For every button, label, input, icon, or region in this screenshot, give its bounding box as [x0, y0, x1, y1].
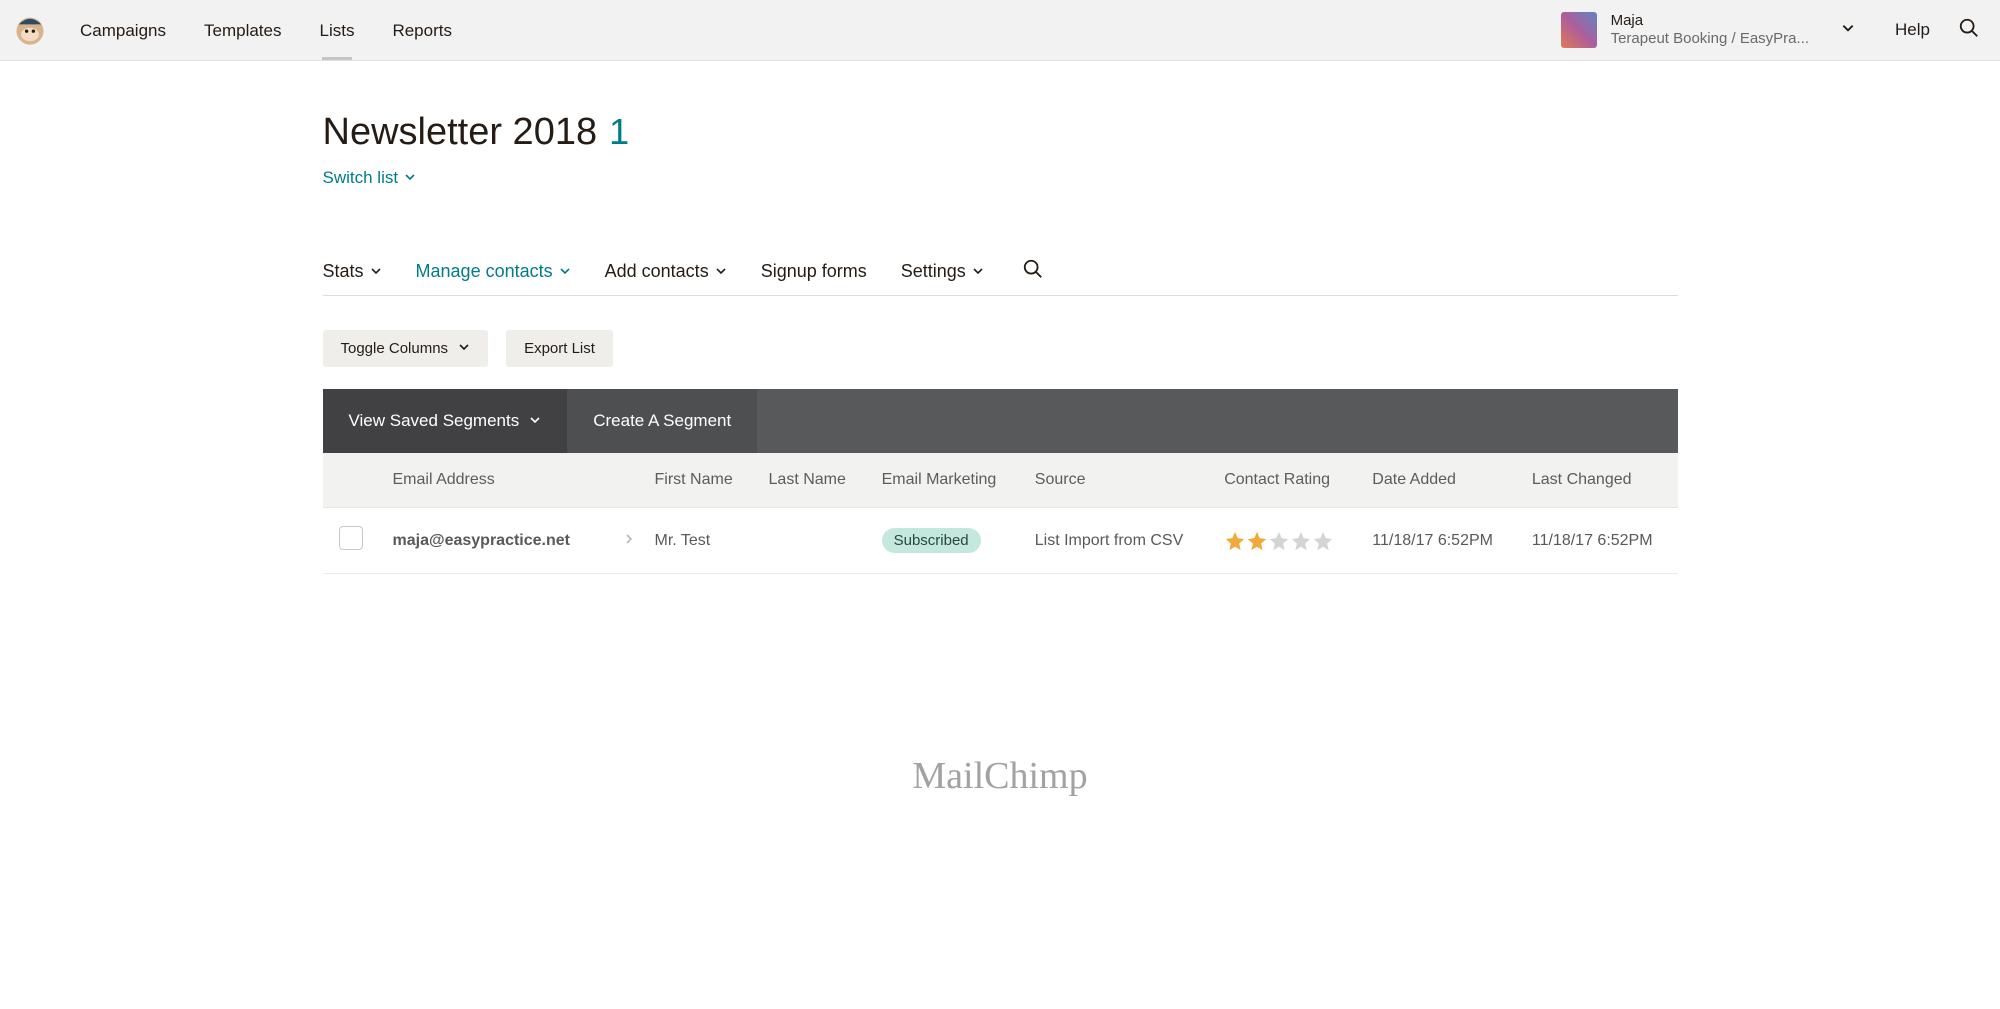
list-subnav: Stats Manage contacts Add contacts Signu… [323, 258, 1678, 296]
col-last-name[interactable]: Last Name [755, 453, 868, 508]
subnav-signup-forms[interactable]: Signup forms [761, 261, 867, 282]
cell-last-name [755, 508, 868, 574]
chevron-down-icon [559, 261, 571, 282]
account-text: Maja Terapeut Booking / EasyPra... [1611, 12, 1809, 48]
table-header: Email Address First Name Last Name Email… [323, 453, 1678, 508]
footer-brand: MailChimp [323, 754, 1678, 798]
view-saved-segments[interactable]: View Saved Segments [323, 389, 568, 453]
col-last-changed[interactable]: Last Changed [1518, 453, 1678, 508]
export-list-button[interactable]: Export List [506, 330, 613, 367]
button-label: Export List [524, 340, 595, 357]
col-source[interactable]: Source [1021, 453, 1210, 508]
table-toolbar: Toggle Columns Export List [323, 330, 1678, 367]
chevron-down-icon [370, 261, 382, 282]
button-label: Toggle Columns [341, 340, 449, 357]
status-badge: Subscribed [882, 528, 981, 553]
account-menu[interactable]: Maja Terapeut Booking / EasyPra... [1561, 12, 1855, 48]
cell-rating [1210, 508, 1358, 574]
segment-label: View Saved Segments [349, 411, 520, 431]
avatar [1561, 12, 1597, 48]
subnav-stats[interactable]: Stats [323, 261, 382, 282]
subnav-manage-contacts[interactable]: Manage contacts [416, 261, 571, 282]
chevron-down-icon [458, 340, 470, 357]
segment-label: Create A Segment [593, 411, 731, 431]
primary-nav: Campaigns Templates Lists Reports [80, 2, 452, 58]
nav-reports[interactable]: Reports [392, 2, 452, 58]
table-body: maja@easypractice.net Mr. Test Subscribe… [323, 508, 1678, 574]
row-checkbox[interactable] [339, 526, 363, 550]
segment-bar: View Saved Segments Create A Segment [323, 389, 1678, 453]
contact-count: 1 [609, 111, 629, 153]
cell-last-changed: 11/18/17 6:52PM [1518, 508, 1678, 574]
col-email[interactable]: Email Address [379, 453, 641, 508]
row-checkbox-cell [323, 508, 379, 574]
toggle-columns-button[interactable]: Toggle Columns [323, 330, 489, 367]
cell-email-marketing: Subscribed [868, 508, 1021, 574]
col-first-name[interactable]: First Name [641, 453, 755, 508]
col-date-added[interactable]: Date Added [1358, 453, 1518, 508]
search-icon[interactable] [1958, 17, 1980, 44]
chevron-down-icon [972, 261, 984, 282]
switch-list-label: Switch list [323, 168, 399, 188]
cell-first-name: Mr. Test [641, 508, 755, 574]
nav-templates[interactable]: Templates [204, 2, 281, 58]
cell-email[interactable]: maja@easypractice.net [379, 508, 641, 574]
search-icon[interactable] [1022, 258, 1044, 285]
chevron-right-icon [623, 532, 635, 550]
account-name: Maja [1611, 12, 1809, 30]
main-content: Newsletter 2018 1 Switch list Stats Mana… [323, 61, 1678, 798]
mailchimp-logo[interactable] [10, 10, 50, 50]
cell-date-added: 11/18/17 6:52PM [1358, 508, 1518, 574]
subnav-settings[interactable]: Settings [901, 261, 984, 282]
page-title-row: Newsletter 2018 1 [323, 111, 1678, 162]
top-bar: Campaigns Templates Lists Reports Maja T… [0, 0, 2000, 61]
chevron-down-icon [529, 411, 541, 431]
cell-source: List Import from CSV [1021, 508, 1210, 574]
chevron-down-icon[interactable] [1841, 21, 1855, 40]
chevron-down-icon [715, 261, 727, 282]
subnav-add-contacts[interactable]: Add contacts [605, 261, 727, 282]
subnav-label: Manage contacts [416, 261, 553, 282]
rating-stars [1224, 530, 1344, 552]
subnav-label: Signup forms [761, 261, 867, 282]
switch-list-link[interactable]: Switch list [323, 168, 417, 188]
nav-lists[interactable]: Lists [319, 2, 354, 58]
page-title: Newsletter 2018 [323, 111, 598, 154]
chevron-down-icon [404, 168, 416, 188]
account-org: Terapeut Booking / EasyPra... [1611, 30, 1809, 48]
create-segment[interactable]: Create A Segment [567, 389, 757, 453]
contacts-table: Email Address First Name Last Name Email… [323, 453, 1678, 574]
subnav-label: Stats [323, 261, 364, 282]
subnav-label: Add contacts [605, 261, 709, 282]
subnav-label: Settings [901, 261, 966, 282]
nav-campaigns[interactable]: Campaigns [80, 2, 166, 58]
col-rating[interactable]: Contact Rating [1210, 453, 1358, 508]
help-link[interactable]: Help [1895, 20, 1930, 40]
col-email-marketing[interactable]: Email Marketing [868, 453, 1021, 508]
table-row[interactable]: maja@easypractice.net Mr. Test Subscribe… [323, 508, 1678, 574]
col-checkbox [323, 453, 379, 508]
